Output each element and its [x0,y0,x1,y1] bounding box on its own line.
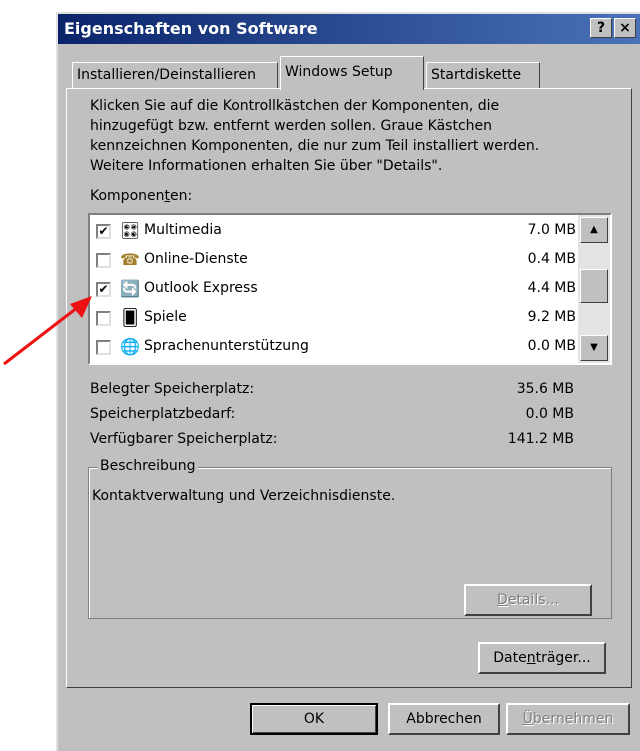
online-services-icon: ☎ [120,250,140,269]
component-name: Spiele [144,309,187,325]
globe-icon: 🌐 [120,337,140,356]
apply-button[interactable]: Übernehmen [506,703,630,735]
component-name: Sprachenunterstützung [144,338,309,354]
tab-installieren-deinstallieren[interactable]: Installieren/Deinstallieren [72,62,278,88]
instruction-line-2: hinzugefügt bzw. entfernt werden sollen.… [90,118,493,134]
datentraeger-button[interactable]: Datenträger... [478,642,606,674]
component-size: 0.4 MB [527,251,576,267]
close-icon: × [619,20,631,36]
list-item[interactable]: 🌐 Sprachenunterstützung 0.0 MB [92,333,576,361]
component-size: 7.0 MB [527,222,576,238]
scroll-down-button[interactable]: ▼ [580,335,608,361]
details-button[interactable]: Details... [464,584,592,616]
required-space-label: Speicherplatzbedarf: [90,406,236,422]
component-name: Outlook Express [144,280,258,296]
description-group-label: Beschreibung [98,458,198,474]
help-button[interactable]: ? [590,18,612,38]
instruction-line-3: kennzeichnen Komponenten, die nur zum Te… [90,138,540,154]
list-scrollbar[interactable]: ▲ ▼ [578,215,610,363]
close-button[interactable]: × [614,18,636,38]
checkbox-online-dienste[interactable] [96,253,111,268]
scroll-up-button[interactable]: ▲ [580,217,608,243]
available-space-label: Verfügbarer Speicherplatz: [90,431,278,447]
component-name: Online-Dienste [144,251,248,267]
required-space-value: 0.0 MB [525,406,574,422]
component-name: Multimedia [144,222,222,238]
list-item[interactable]: 🂠 Spiele 9.2 MB [92,304,576,332]
used-space-label: Belegter Speicherplatz: [90,381,255,397]
ok-button[interactable]: OK [250,703,378,735]
tab-windows-setup[interactable]: Windows Setup [280,56,424,90]
list-item[interactable]: ✔ 🔄 Outlook Express 4.4 MB [92,275,576,303]
games-icon: 🂠 [121,308,139,327]
instruction-line-4: Weitere Informationen erhalten Sie über … [90,158,443,174]
multimedia-icon: 🎛 [120,221,141,240]
component-size: 0.0 MB [527,338,576,354]
window-title: Eigenschaften von Software [64,19,318,38]
cancel-button[interactable]: Abbrechen [388,703,500,735]
list-item[interactable]: ✔ 🎛 Multimedia 7.0 MB [92,217,576,245]
used-space-value: 35.6 MB [516,381,574,397]
components-label: Komponenten: [90,188,193,204]
available-space-value: 141.2 MB [507,431,574,447]
checkbox-multimedia[interactable]: ✔ [96,224,111,239]
arrow-up-icon: ▲ [590,224,598,235]
component-size: 4.4 MB [527,280,576,296]
tab-startdiskette[interactable]: Startdiskette [426,62,540,88]
arrow-down-icon: ▼ [590,342,598,353]
scroll-thumb[interactable] [580,269,608,303]
component-size: 9.2 MB [527,309,576,325]
outlook-express-icon: 🔄 [120,279,140,298]
description-text: Kontaktverwaltung und Verzeichnisdienste… [92,488,396,504]
annotation-arrow [3,296,92,366]
instruction-line-1: Klicken Sie auf die Kontrollkästchen der… [90,98,500,114]
list-item[interactable]: ☎ Online-Dienste 0.4 MB [92,246,576,274]
